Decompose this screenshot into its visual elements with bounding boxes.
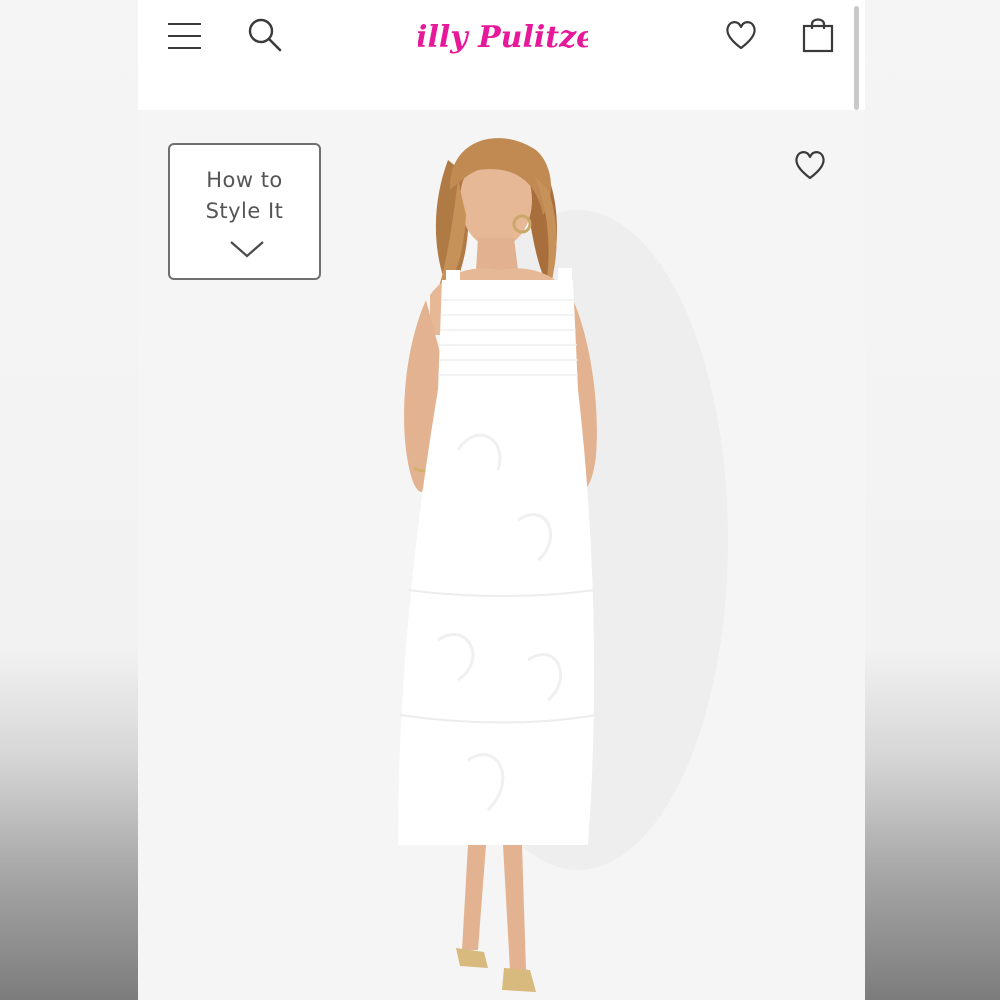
shopping-bag-icon bbox=[802, 18, 834, 53]
menu-button[interactable] bbox=[168, 20, 202, 52]
how-to-style-it-line1: How to bbox=[206, 168, 283, 192]
how-to-style-it-label: How to Style It bbox=[170, 165, 319, 227]
search-icon bbox=[248, 18, 282, 52]
product-image-gallery[interactable]: How to Style It bbox=[138, 110, 865, 1000]
menu-line bbox=[168, 23, 201, 25]
how-to-style-it-line2: Style It bbox=[205, 199, 284, 223]
mobile-product-page: Lilly Pulitzer bbox=[138, 0, 865, 1000]
how-to-style-it-button[interactable]: How to Style It bbox=[168, 143, 321, 280]
lilly-pulitzer-logo: Lilly Pulitzer bbox=[418, 20, 588, 55]
shopping-bag-button[interactable] bbox=[800, 16, 836, 54]
model-illustration bbox=[398, 138, 728, 992]
heart-outline-icon bbox=[795, 151, 825, 180]
left-background-blur bbox=[0, 0, 138, 1000]
scrollbar[interactable] bbox=[854, 6, 859, 110]
site-header: Lilly Pulitzer bbox=[138, 0, 865, 110]
heart-icon bbox=[726, 21, 756, 50]
product-photo bbox=[338, 120, 758, 1000]
search-button[interactable] bbox=[246, 16, 286, 56]
logo-text: Lilly Pulitzer bbox=[418, 20, 588, 55]
menu-line bbox=[168, 47, 201, 49]
add-to-wishlist-button[interactable] bbox=[792, 148, 828, 182]
right-background-blur bbox=[865, 0, 1000, 1000]
wishlist-header-button[interactable] bbox=[724, 18, 758, 52]
brand-logo[interactable]: Lilly Pulitzer bbox=[418, 2, 588, 72]
chevron-down-icon bbox=[230, 241, 264, 258]
menu-line bbox=[168, 35, 201, 37]
